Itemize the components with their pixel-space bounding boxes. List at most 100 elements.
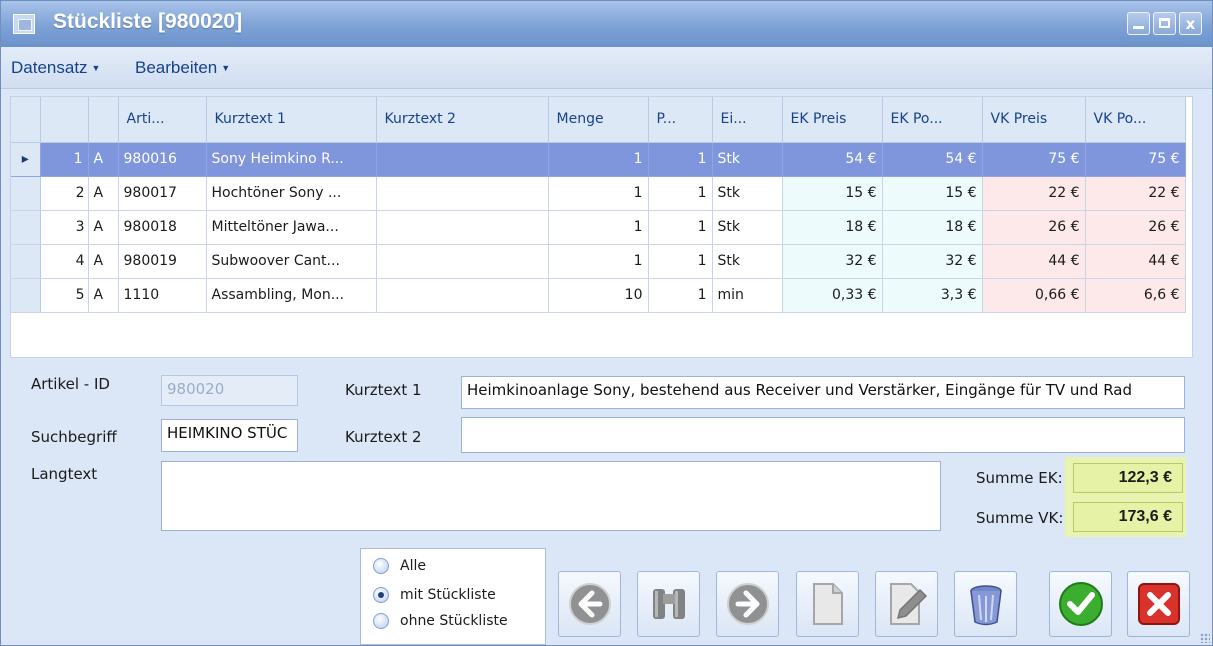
cell-ek-pos[interactable]: 3,3 € [882,278,983,313]
cell-ek-preis[interactable]: 18 € [782,210,883,245]
column-header-menge[interactable]: Menge [548,97,649,143]
close-button[interactable]: x [1179,12,1202,35]
column-header-artikel[interactable]: Arti... [118,97,207,143]
cell-menge[interactable]: 1 [548,142,649,177]
table-row[interactable]: 5 A 1110 Assambling, Mon... 10 1 min 0,3… [11,278,1186,313]
suchbegriff-input[interactable]: HEIMKINO STÜC [161,419,298,452]
cell-kurztext2[interactable] [376,210,549,245]
cell-ek-preis[interactable]: 32 € [782,244,883,279]
cancel-x-icon [1137,583,1180,625]
cell-menge[interactable]: 1 [548,244,649,279]
delete-record-button[interactable] [954,571,1017,637]
cell-vk-pos[interactable]: 6,6 € [1085,278,1186,313]
cell-ek-pos[interactable]: 54 € [882,142,983,177]
edit-pencil-icon [889,583,927,625]
cell-kurztext1[interactable]: Mitteltöner Jawa... [206,210,377,245]
cell-nr[interactable]: 3 [40,210,89,245]
cell-typ[interactable]: A [88,244,119,279]
cell-einheit[interactable]: Stk [712,176,783,211]
minimize-button[interactable] [1127,12,1150,35]
menu-bearbeiten[interactable]: Bearbeiten ▼ [135,58,230,78]
kurztext2-input[interactable] [461,417,1185,453]
cell-einheit[interactable]: Stk [712,142,783,177]
column-header-kurztext2[interactable]: Kurztext 2 [376,97,549,143]
cell-vk-preis[interactable]: 22 € [982,176,1086,211]
cell-ek-preis[interactable]: 54 € [782,142,883,177]
cell-kurztext1[interactable]: Hochtöner Sony ... [206,176,377,211]
table-row[interactable]: 4 A 980019 Subwoover Cant... 1 1 Stk 32 … [11,244,1186,279]
cell-kurztext1[interactable]: Subwoover Cant... [206,244,377,279]
menu-datensatz[interactable]: Datensatz ▼ [11,58,100,78]
cell-p[interactable]: 1 [648,210,713,245]
column-header-vk-pos[interactable]: VK Po... [1085,97,1186,143]
cell-nr[interactable]: 2 [40,176,89,211]
cell-ek-preis[interactable]: 0,33 € [782,278,883,313]
cell-vk-pos[interactable]: 44 € [1085,244,1186,279]
cell-menge[interactable]: 1 [548,176,649,211]
cell-kurztext1[interactable]: Sony Heimkino R... [206,142,377,177]
kurztext1-input[interactable]: Heimkinoanlage Sony, bestehend aus Recei… [461,376,1185,409]
cell-einheit[interactable]: Stk [712,244,783,279]
cell-einheit[interactable]: Stk [712,210,783,245]
cell-p[interactable]: 1 [648,176,713,211]
cell-typ[interactable]: A [88,210,119,245]
title-bar[interactable]: Stückliste [980020] x [1,1,1212,47]
column-header-p[interactable]: P... [648,97,713,143]
cell-artikel[interactable]: 980019 [118,244,207,279]
cell-nr[interactable]: 4 [40,244,89,279]
cell-ek-pos[interactable]: 18 € [882,210,983,245]
cell-kurztext2[interactable] [376,176,549,211]
radio-mit-stueckliste[interactable]: mit Stückliste [373,587,496,603]
cell-menge[interactable]: 1 [548,210,649,245]
cell-typ[interactable]: A [88,142,119,177]
cell-ek-preis[interactable]: 15 € [782,176,883,211]
cell-p[interactable]: 1 [648,142,713,177]
column-header-ek-pos[interactable]: EK Po... [882,97,983,143]
cell-einheit[interactable]: min [712,278,783,313]
bom-grid[interactable]: Arti... Kurztext 1 Kurztext 2 Menge P...… [10,96,1193,358]
table-row[interactable]: ▸ 1 A 980016 Sony Heimkino R... 1 1 Stk … [11,142,1186,177]
edit-record-button[interactable] [875,571,938,637]
column-header-ek-preis[interactable]: EK Preis [782,97,883,143]
langtext-textarea[interactable] [161,461,941,531]
column-header-vk-preis[interactable]: VK Preis [982,97,1086,143]
maximize-button[interactable] [1153,12,1176,35]
cell-kurztext2[interactable] [376,142,549,177]
cell-vk-preis[interactable]: 75 € [982,142,1086,177]
cell-vk-preis[interactable]: 0,66 € [982,278,1086,313]
cell-ek-pos[interactable]: 32 € [882,244,983,279]
cell-p[interactable]: 1 [648,244,713,279]
column-header-einheit[interactable]: Ei... [712,97,783,143]
column-header-kurztext1[interactable]: Kurztext 1 [206,97,377,143]
cell-vk-preis[interactable]: 44 € [982,244,1086,279]
radio-alle[interactable]: Alle [373,558,426,574]
cell-vk-pos[interactable]: 22 € [1085,176,1186,211]
cell-vk-preis[interactable]: 26 € [982,210,1086,245]
table-row[interactable]: 3 A 980018 Mitteltöner Jawa... 1 1 Stk 1… [11,210,1186,245]
new-record-button[interactable] [796,571,859,637]
cell-typ[interactable]: A [88,278,119,313]
resize-grip-icon[interactable] [1200,633,1210,643]
previous-record-button[interactable] [558,571,621,637]
cell-p[interactable]: 1 [648,278,713,313]
cell-artikel[interactable]: 1110 [118,278,207,313]
cell-kurztext2[interactable] [376,278,549,313]
cell-artikel[interactable]: 980016 [118,142,207,177]
cell-artikel[interactable]: 980017 [118,176,207,211]
next-record-button[interactable] [716,571,779,637]
table-row[interactable]: 2 A 980017 Hochtöner Sony ... 1 1 Stk 15… [11,176,1186,211]
cell-vk-pos[interactable]: 75 € [1085,142,1186,177]
cell-typ[interactable]: A [88,176,119,211]
radio-ohne-stueckliste[interactable]: ohne Stückliste [373,613,508,629]
cell-nr[interactable]: 1 [40,142,89,177]
cell-vk-pos[interactable]: 26 € [1085,210,1186,245]
cell-artikel[interactable]: 980018 [118,210,207,245]
cell-nr[interactable]: 5 [40,278,89,313]
cell-menge[interactable]: 10 [548,278,649,313]
cell-ek-pos[interactable]: 15 € [882,176,983,211]
confirm-button[interactable] [1049,571,1112,637]
search-button[interactable] [637,571,700,637]
cancel-button[interactable] [1127,571,1190,637]
cell-kurztext2[interactable] [376,244,549,279]
cell-kurztext1[interactable]: Assambling, Mon... [206,278,377,313]
